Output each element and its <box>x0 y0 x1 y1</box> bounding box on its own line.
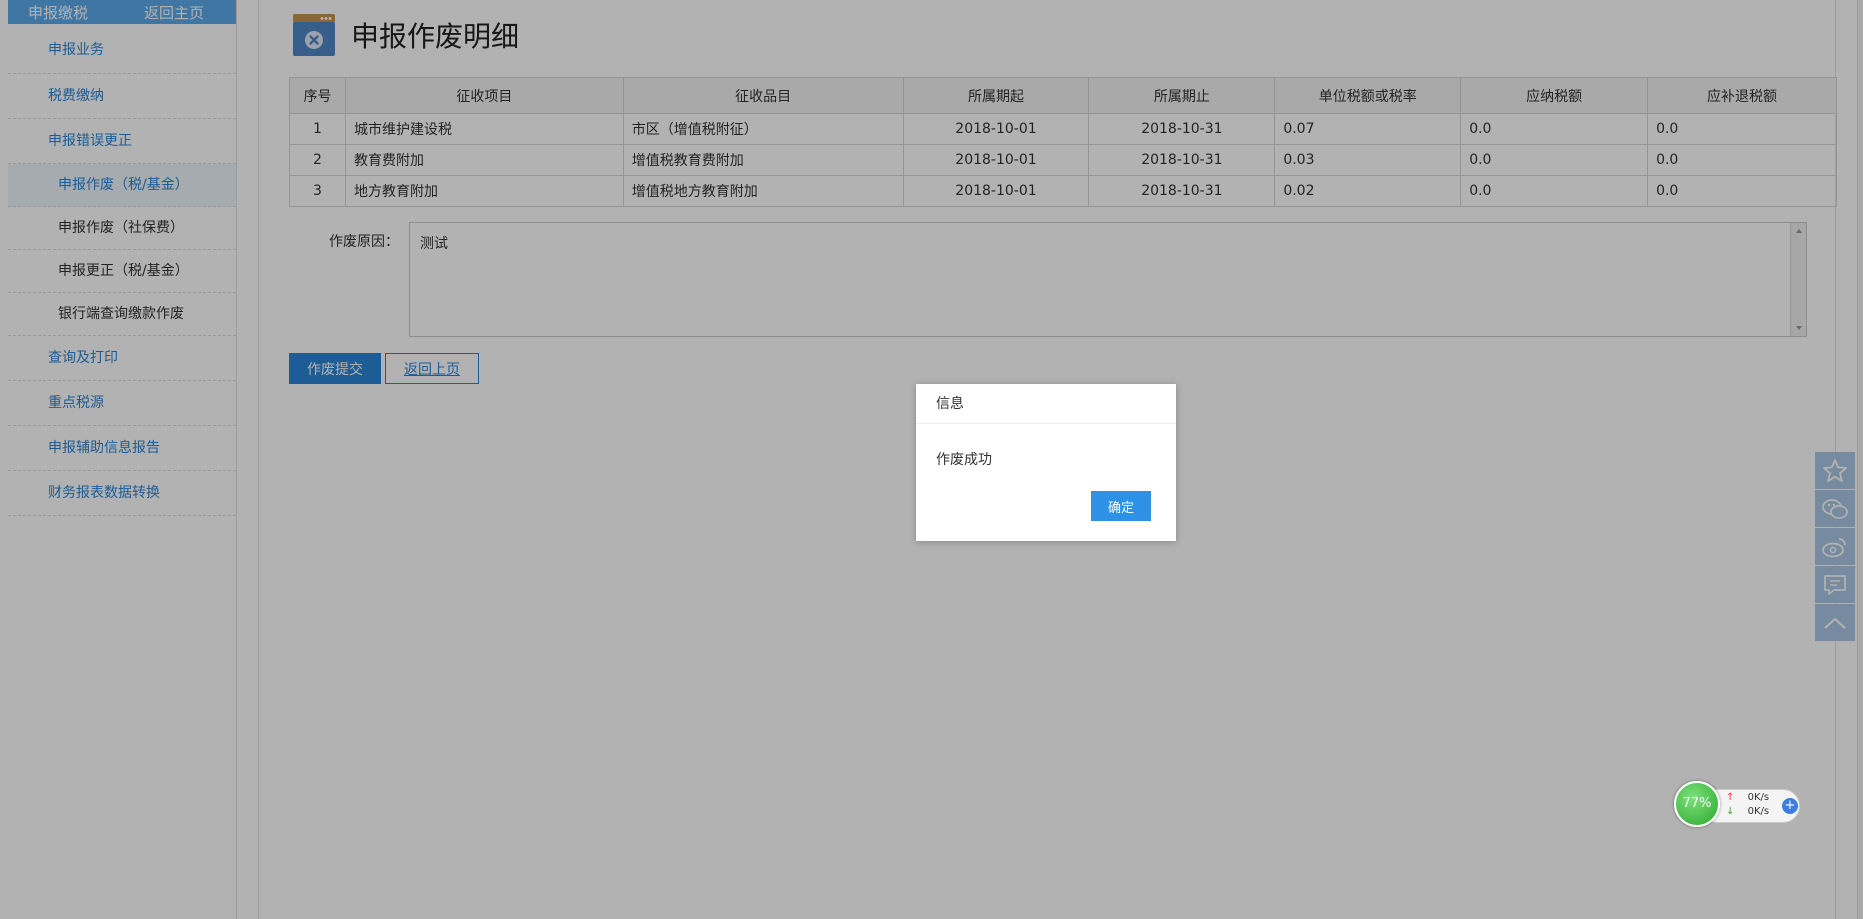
dialog-title: 信息 <box>916 384 1176 424</box>
network-speed-widget[interactable]: 77% ↑ 0K/s ↓ 0K/s + <box>1674 781 1800 827</box>
dialog-ok-button[interactable]: 确定 <box>1091 491 1151 521</box>
dialog-message: 作废成功 <box>936 452 992 468</box>
plus-icon[interactable]: + <box>1782 798 1798 814</box>
memory-usage-ball[interactable]: 77% <box>1674 781 1720 827</box>
upload-speed: ↑ 0K/s <box>1726 792 1769 803</box>
upload-speed-value: 0K/s <box>1747 792 1770 803</box>
download-speed-value: 0K/s <box>1747 806 1770 817</box>
download-speed: ↓ 0K/s <box>1726 806 1769 817</box>
download-arrow-icon: ↓ <box>1726 806 1735 817</box>
info-dialog: 信息 作废成功 确定 <box>916 384 1176 541</box>
upload-arrow-icon: ↑ <box>1726 792 1735 803</box>
